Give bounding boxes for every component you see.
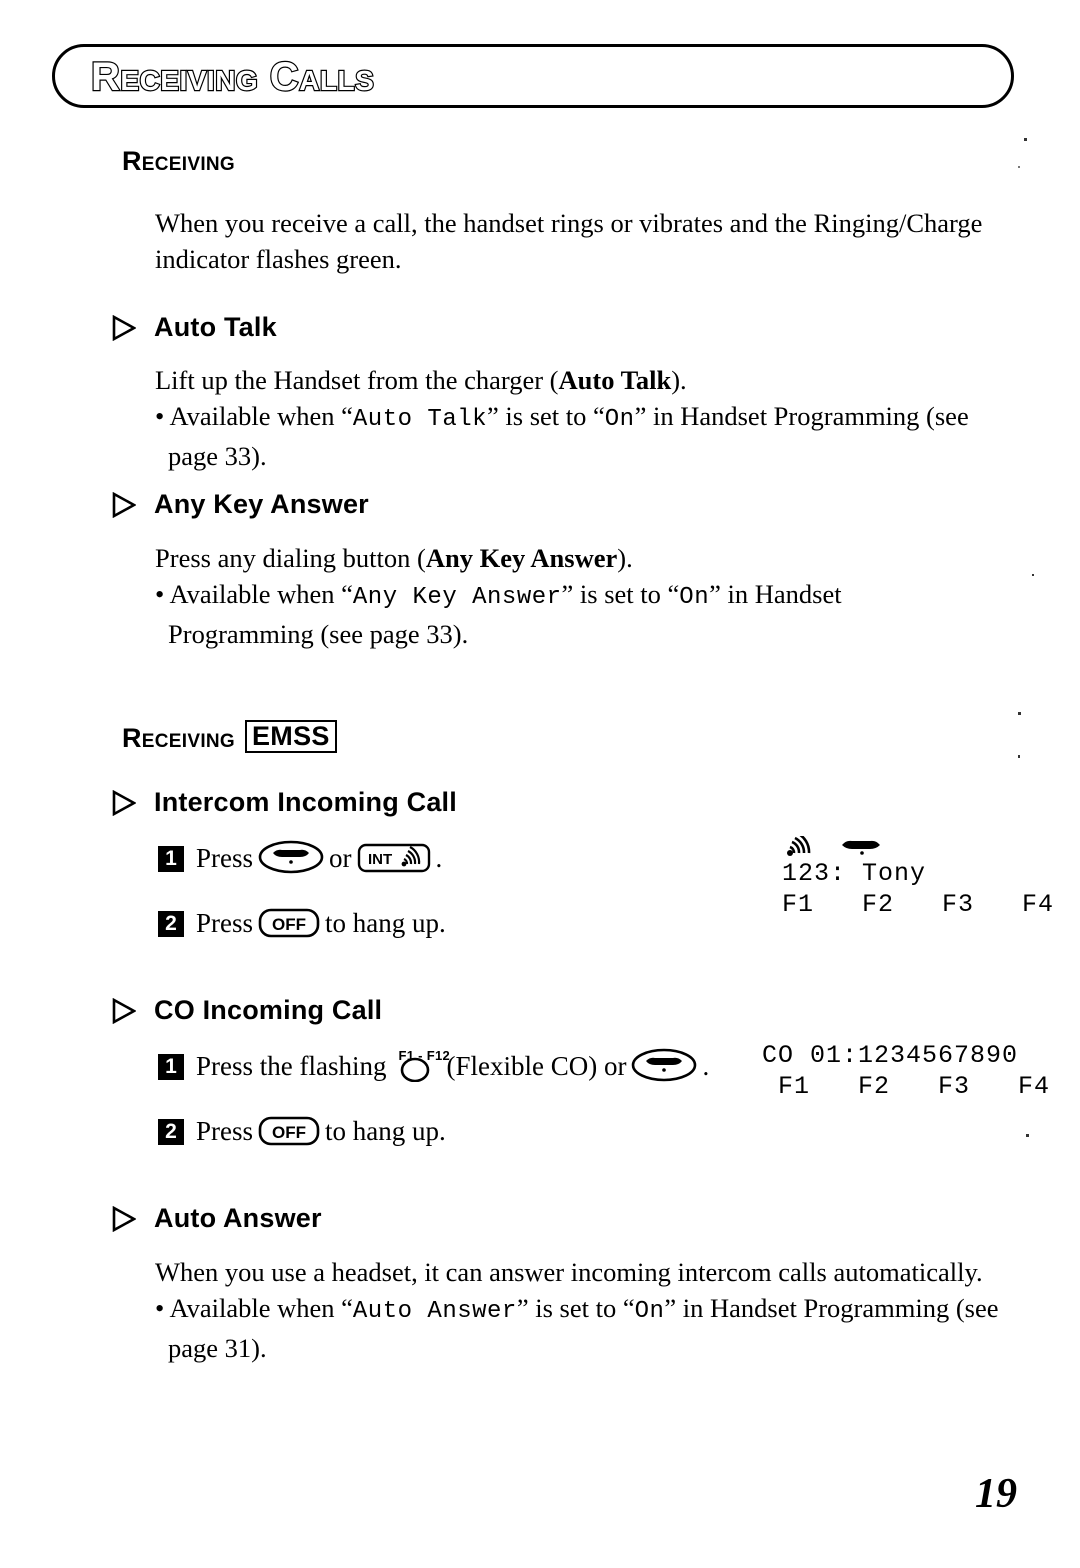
any-key-answer-note: • Available when “Any Key Answer” is set… — [155, 576, 945, 652]
scan-speck — [1024, 138, 1027, 141]
emss-badge: EMSS — [245, 720, 337, 754]
co-step-1-post: . — [702, 1051, 710, 1081]
talk-key-icon[interactable] — [631, 1048, 697, 1082]
step-number-badge: 2 — [158, 1119, 184, 1145]
scan-speck — [1026, 1134, 1029, 1137]
step-number-badge: 2 — [158, 911, 184, 937]
co-step-1: 1 Press the flashing F1 - F12 (Flexible C… — [158, 1046, 709, 1086]
lcd-status-icons — [782, 831, 1054, 858]
subsection-any-key-answer: Any Key Answer — [112, 489, 1012, 520]
any-key-answer-note-mid: ” is set to “ — [561, 579, 680, 609]
auto-talk-note-pre: • Available when “ — [155, 401, 353, 431]
off-key-icon[interactable]: OFF — [258, 907, 320, 939]
step-number-badge: 1 — [158, 846, 184, 872]
auto-answer-note-setting: Auto Answer — [352, 1298, 517, 1325]
page-number: 19 — [975, 1471, 1017, 1517]
flexible-co-key-icon[interactable]: F1 - F12 — [398, 1048, 450, 1082]
any-key-answer-note-setting: Any Key Answer — [352, 584, 562, 611]
intercom-step-2: 2 Press OFF to hang up. — [158, 903, 446, 943]
subsection-title-auto-answer: Auto Answer — [154, 1203, 322, 1233]
subsection-intercom-incoming-call: Intercom Incoming Call — [112, 787, 1012, 818]
subsection-auto-talk: Auto Talk — [112, 312, 1012, 343]
intercom-step-1-pre: Press — [196, 843, 254, 873]
auto-answer-note-pre: • Available when “ — [155, 1293, 353, 1323]
scan-speck — [1018, 166, 1020, 168]
any-key-answer-instruction-post: ). — [617, 543, 633, 573]
subsection-auto-answer: Auto Answer — [112, 1203, 1012, 1234]
auto-talk-instruction-pre: Lift up the Handset from the charger ( — [155, 365, 559, 395]
any-key-answer-body: Press any dialing button (Any Key Answer… — [155, 540, 945, 652]
auto-talk-note-mid: ” is set to “ — [487, 401, 605, 431]
intercom-step-2-post: to hang up. — [325, 908, 446, 938]
co-step-1-mid: (Flexible CO) or — [446, 1051, 627, 1081]
off-key-icon[interactable]: OFF — [258, 1115, 320, 1147]
subsection-co-incoming-call: CO Incoming Call — [112, 995, 1012, 1026]
intercom-step-1-mid: or — [329, 843, 352, 873]
any-key-answer-instruction-bold: Any Key Answer — [425, 543, 618, 573]
auto-talk-instruction-bold: Auto Talk — [558, 365, 672, 395]
co-lcd-line-2: F1 F2 F3 F4 — [762, 1072, 1051, 1101]
subsection-title-any-key-answer: Any Key Answer — [154, 489, 369, 519]
page-banner-title: Receiving Calls — [90, 54, 375, 100]
int-key-icon[interactable]: INT — [357, 842, 431, 874]
auto-answer-note: • Available when “Auto Answer” is set to… — [155, 1290, 1025, 1366]
any-key-answer-note-pre: • Available when “ — [155, 579, 353, 609]
auto-answer-note-mid: ” is set to “ — [516, 1293, 635, 1323]
intercom-lcd-line-1: 123: Tony — [782, 859, 927, 888]
co-step-2-pre: Press — [196, 1116, 254, 1146]
scan-speck — [1032, 574, 1034, 576]
intercom-lcd-display: 123: Tony F1 F2 F3 F4 — [782, 831, 1055, 920]
subsection-title-co-incoming-call: CO Incoming Call — [154, 995, 383, 1025]
co-lcd-display: CO 01:1234567890 F1 F2 F3 F4 — [762, 1040, 1050, 1102]
subsection-title-auto-talk: Auto Talk — [154, 312, 277, 342]
co-step-1-pre: Press the flashing — [196, 1051, 387, 1081]
auto-talk-instruction: Lift up the Handset from the charger (Au… — [155, 362, 1015, 398]
section-heading-receiving: Receiving — [122, 146, 235, 176]
auto-talk-body: Lift up the Handset from the charger (Au… — [155, 362, 1015, 474]
auto-answer-body: When you use a headset, it can answer in… — [155, 1254, 1025, 1366]
scan-speck — [1018, 755, 1020, 758]
co-step-2-post: to hang up. — [325, 1116, 446, 1146]
intercom-lcd-line-2: F1 F2 F3 F4 — [782, 890, 1055, 919]
talk-key-icon[interactable] — [258, 840, 324, 874]
any-key-answer-note-value: On — [679, 584, 710, 611]
auto-answer-paragraph: When you use a headset, it can answer in… — [155, 1257, 983, 1287]
any-key-answer-instruction-pre: Press any dialing button ( — [155, 543, 426, 573]
section-heading-receiving-emss: Receiving EMSS — [122, 720, 337, 754]
intercom-step-1: 1 Press or INT . — [158, 838, 442, 878]
intercom-step-2-pre: Press — [196, 908, 254, 938]
auto-talk-note-value: On — [604, 406, 635, 433]
step-number-badge: 1 — [158, 1054, 184, 1080]
svg-text:OFF: OFF — [272, 915, 306, 934]
section-heading-receiving-emss-text: Receiving — [122, 723, 235, 753]
page-banner: Receiving Calls — [52, 44, 1014, 108]
svg-text:OFF: OFF — [272, 1123, 306, 1142]
auto-talk-instruction-post: ). — [671, 365, 687, 395]
auto-talk-note-setting: Auto Talk — [352, 406, 488, 433]
any-key-answer-instruction: Press any dialing button (Any Key Answer… — [155, 540, 945, 576]
subsection-title-intercom-incoming-call: Intercom Incoming Call — [154, 787, 457, 817]
auto-answer-note-value: On — [634, 1298, 665, 1325]
svg-text:INT: INT — [368, 851, 392, 868]
co-lcd-line-1: CO 01:1234567890 — [762, 1041, 1019, 1070]
auto-talk-note: • Available when “Auto Talk” is set to “… — [155, 398, 1015, 474]
flexible-co-key-range-label: F1 - F12 — [398, 1048, 451, 1063]
intercom-step-1-post: . — [435, 843, 443, 873]
scan-speck — [1018, 712, 1021, 715]
co-step-2: 2 Press OFF to hang up. — [158, 1111, 446, 1151]
receiving-paragraph: When you receive a call, the handset rin… — [155, 208, 983, 274]
